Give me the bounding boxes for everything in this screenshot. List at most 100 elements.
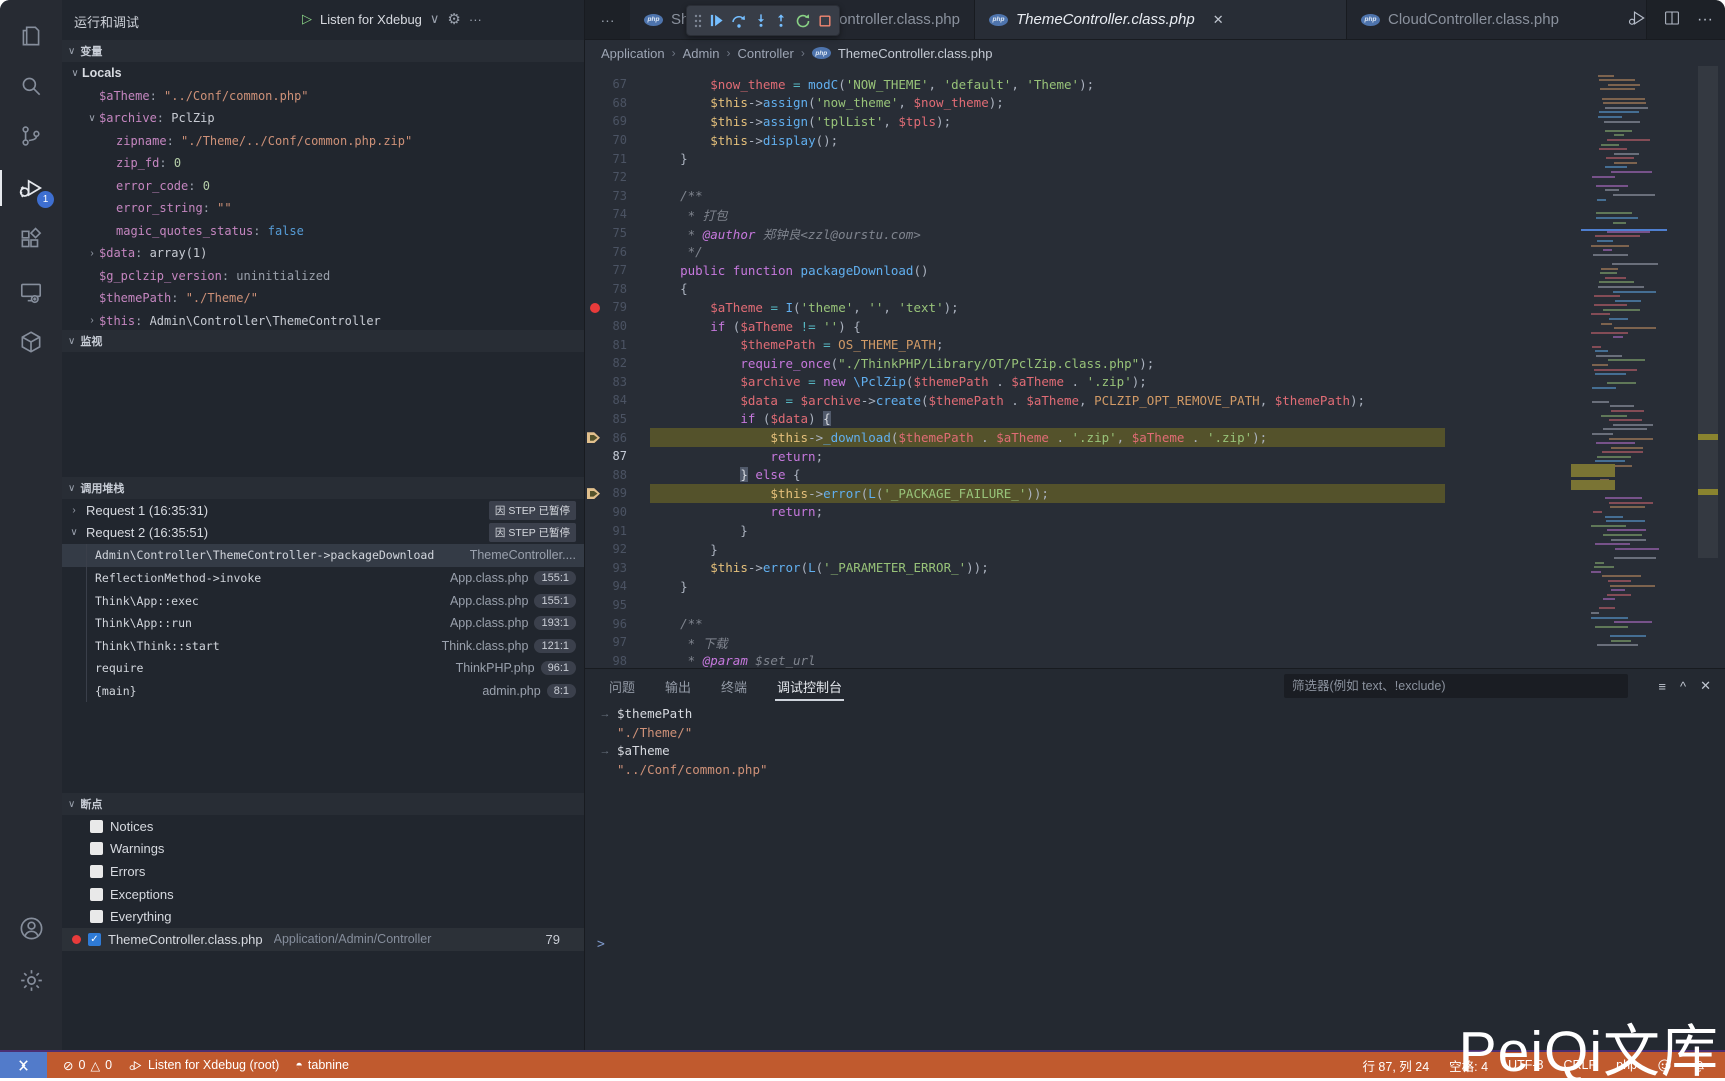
variable-row[interactable]: magic_quotes_status: false bbox=[62, 220, 584, 243]
code-line[interactable]: 75 * @author 郑钟良<zzl@ourstu.com> bbox=[585, 224, 1725, 243]
remote-explorer-icon[interactable] bbox=[0, 268, 62, 316]
code-line[interactable]: 95 bbox=[585, 596, 1725, 615]
section-breakpoints[interactable]: ∨ 断点 bbox=[62, 793, 584, 815]
close-panel-icon[interactable]: ✕ bbox=[1700, 678, 1711, 694]
filter-list-icon[interactable]: ≡ bbox=[1658, 679, 1666, 694]
panel-tab-输出[interactable]: 输出 bbox=[663, 671, 693, 702]
code-line[interactable]: 67 $now_theme = modC('NOW_THEME', 'defau… bbox=[585, 75, 1725, 94]
code-line[interactable]: 79 $aTheme = I('theme', '', 'text'); bbox=[585, 298, 1725, 317]
code-line[interactable]: 68 $this->assign('now_theme', $now_theme… bbox=[585, 94, 1725, 113]
variable-row[interactable]: zipname: "./Theme/../Conf/common.php.zip… bbox=[62, 130, 584, 153]
variable-row[interactable]: zip_fd: 0 bbox=[62, 152, 584, 175]
code-line[interactable]: 98 * @param $set_url bbox=[585, 651, 1725, 668]
problems-status[interactable]: ⊘ 0 △ 0 bbox=[63, 1058, 112, 1073]
scrollbar[interactable] bbox=[1698, 66, 1718, 558]
docker-cube-icon[interactable] bbox=[0, 318, 62, 366]
variable-row[interactable]: error_string: "" bbox=[62, 197, 584, 220]
code-line[interactable]: 89 $this->error(L('_PACKAGE_FAILURE_')); bbox=[585, 484, 1725, 503]
tab-themecontroller[interactable]: php ThemeController.class.php ✕ bbox=[975, 0, 1347, 39]
debug-status[interactable]: Listen for Xdebug (root) bbox=[128, 1058, 279, 1073]
checkbox-unchecked[interactable] bbox=[90, 820, 103, 833]
stop-icon[interactable] bbox=[818, 14, 832, 28]
checkbox-unchecked[interactable] bbox=[90, 842, 103, 855]
code-line[interactable]: 90 return; bbox=[585, 503, 1725, 522]
breakpoint-filter[interactable]: Errors bbox=[62, 860, 584, 883]
console-entry[interactable]: →$aTheme bbox=[593, 742, 1305, 761]
stack-frame[interactable]: Admin\Controller\ThemeController->packag… bbox=[62, 544, 584, 567]
breakpoint-dot-icon[interactable] bbox=[590, 303, 600, 313]
breadcrumb-item[interactable]: Admin bbox=[683, 46, 720, 61]
breadcrumb-item[interactable]: Application bbox=[601, 46, 665, 61]
breakpoint-filter[interactable]: Warnings bbox=[62, 838, 584, 861]
stack-frame[interactable]: Think\App::runApp.class.php193:1 bbox=[62, 612, 584, 635]
maximize-panel-icon[interactable]: ^ bbox=[1680, 679, 1686, 694]
call-stack-request[interactable]: ∨Request 2 (16:35:51)因 STEP 已暂停 bbox=[62, 522, 584, 545]
cursor-position[interactable]: 行 87, 列 24 bbox=[1362, 1056, 1429, 1075]
stack-frame[interactable]: Think\Think::startThink.class.php121:1 bbox=[62, 635, 584, 658]
search-icon[interactable] bbox=[0, 62, 62, 110]
stack-frame[interactable]: requireThinkPHP.php96:1 bbox=[62, 657, 584, 680]
run-debug-editor-icon[interactable] bbox=[1627, 8, 1647, 33]
variable-row[interactable]: ›$data: array(1) bbox=[62, 242, 584, 265]
variable-row[interactable]: error_code: 0 bbox=[62, 175, 584, 198]
explorer-icon[interactable] bbox=[0, 12, 62, 60]
code-line[interactable]: 76 */ bbox=[585, 242, 1725, 261]
code-line[interactable]: 85 if ($data) { bbox=[585, 410, 1725, 429]
section-variables[interactable]: ∨ 变量 bbox=[62, 40, 584, 62]
restart-icon[interactable] bbox=[795, 13, 811, 29]
code-line[interactable]: 69 $this->assign('tplList', $tpls); bbox=[585, 112, 1725, 131]
start-debug-icon[interactable]: ▷ bbox=[302, 11, 312, 27]
split-editor-icon[interactable] bbox=[1663, 9, 1681, 32]
code-line[interactable]: 82 require_once("./ThinkPHP/Library/OT/P… bbox=[585, 354, 1725, 373]
launch-config-label[interactable]: Listen for Xdebug bbox=[320, 12, 422, 27]
continue-icon[interactable] bbox=[709, 13, 724, 28]
tabnine-status[interactable]: ◓ tabnine bbox=[295, 1058, 349, 1072]
code-line[interactable]: 96 /** bbox=[585, 614, 1725, 633]
panel-tab-终端[interactable]: 终端 bbox=[719, 671, 749, 702]
code-line[interactable]: 87 return; bbox=[585, 447, 1725, 466]
sidebar-more-icon[interactable]: ··· bbox=[469, 12, 482, 27]
tab-cloudcontroller[interactable]: php CloudController.class.php bbox=[1347, 0, 1647, 39]
extensions-icon[interactable] bbox=[0, 216, 62, 264]
launch-dropdown-icon[interactable]: ∨ bbox=[430, 11, 440, 27]
code-editor[interactable]: 67 $now_theme = modC('NOW_THEME', 'defau… bbox=[585, 66, 1725, 668]
checkbox-unchecked[interactable] bbox=[90, 888, 103, 901]
settings-gear-icon[interactable] bbox=[0, 956, 62, 1004]
breakpoint-filter[interactable]: Exceptions bbox=[62, 883, 584, 906]
panel-tab-调试控制台[interactable]: 调试控制台 bbox=[775, 671, 844, 702]
checkbox-unchecked[interactable] bbox=[90, 910, 103, 923]
code-line[interactable]: 91 } bbox=[585, 521, 1725, 540]
code-line[interactable]: 92 } bbox=[585, 540, 1725, 559]
checkbox-checked[interactable]: ✓ bbox=[88, 933, 101, 946]
breadcrumb[interactable]: Application›Admin›Controller›phpThemeCon… bbox=[585, 40, 1725, 66]
breakpoint-filter[interactable]: Everything bbox=[62, 905, 584, 928]
editor-more-icon[interactable]: ··· bbox=[1697, 11, 1713, 29]
variable-row[interactable]: ∨Locals bbox=[62, 62, 584, 85]
debug-console-filter[interactable] bbox=[1284, 674, 1628, 698]
code-line[interactable]: 78 { bbox=[585, 280, 1725, 299]
panel-tab-问题[interactable]: 问题 bbox=[607, 671, 637, 702]
stack-frame[interactable]: Think\App::execApp.class.php155:1 bbox=[62, 589, 584, 612]
section-watch[interactable]: ∨ 监视 bbox=[62, 330, 584, 352]
file-breakpoint-row[interactable]: ✓ThemeController.class.phpApplication/Ad… bbox=[62, 928, 584, 951]
variable-row[interactable]: ›$this: Admin\Controller\ThemeController bbox=[62, 310, 584, 331]
breadcrumb-file[interactable]: ThemeController.class.php bbox=[838, 46, 993, 61]
code-line[interactable]: 72 bbox=[585, 168, 1725, 187]
code-line[interactable]: 88 } else { bbox=[585, 465, 1725, 484]
stack-frame[interactable]: {main}admin.php8:1 bbox=[62, 680, 584, 703]
code-line[interactable]: 71 } bbox=[585, 149, 1725, 168]
step-over-icon[interactable] bbox=[731, 13, 747, 29]
code-line[interactable]: 70 $this->display(); bbox=[585, 131, 1725, 150]
minimap[interactable] bbox=[1588, 70, 1658, 649]
remote-indicator[interactable] bbox=[0, 1052, 47, 1078]
debug-gear-icon[interactable]: ⚙ bbox=[447, 10, 460, 28]
code-line[interactable]: 74 * 打包 bbox=[585, 205, 1725, 224]
breadcrumb-item[interactable]: Controller bbox=[737, 46, 793, 61]
close-icon[interactable]: ✕ bbox=[1213, 12, 1224, 28]
code-line[interactable]: 80 if ($aTheme != '') { bbox=[585, 317, 1725, 336]
variable-row[interactable]: $themePath: "./Theme/" bbox=[62, 287, 584, 310]
code-line[interactable]: 86 $this->_download($themePath . $aTheme… bbox=[585, 428, 1725, 447]
code-line[interactable]: 83 $archive = new \PclZip($themePath . $… bbox=[585, 373, 1725, 392]
call-stack-request[interactable]: ›Request 1 (16:35:31)因 STEP 已暂停 bbox=[62, 499, 584, 522]
code-line[interactable]: 93 $this->error(L('_PARAMETER_ERROR_')); bbox=[585, 558, 1725, 577]
